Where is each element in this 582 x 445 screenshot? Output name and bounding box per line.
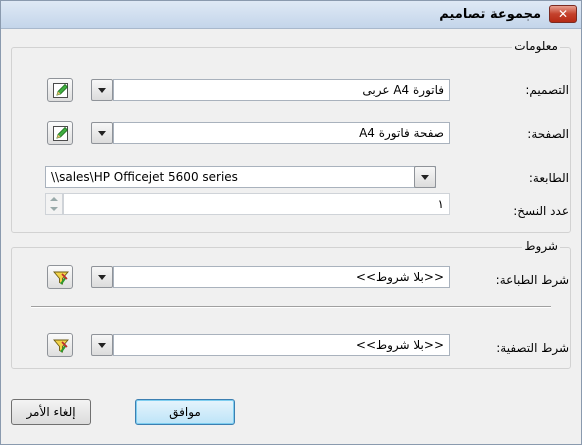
edit-design-icon (53, 83, 69, 98)
filter-condition-dropdown-button[interactable] (91, 334, 113, 356)
close-icon: ✕ (557, 7, 569, 21)
printer-dropdown-button[interactable] (414, 166, 436, 188)
ok-button[interactable]: موافق (135, 399, 235, 425)
copies-label: عدد النسخ: (513, 204, 569, 218)
printer-select[interactable]: \\sales\HP Officejet 5600 series (45, 166, 436, 188)
filter-condition-label: شرط التصفية: (496, 341, 569, 355)
print-condition-dropdown-button[interactable] (91, 266, 113, 288)
funnel-filter-icon (53, 339, 69, 353)
window-title: مجموعة تصاميم (439, 7, 541, 22)
close-button[interactable]: ✕ (549, 5, 577, 23)
design-dropdown-button[interactable] (91, 79, 113, 101)
design-select[interactable]: فاتورة A4 عربى (113, 79, 450, 101)
printer-label: الطابعة: (528, 171, 569, 185)
chevron-down-icon (98, 131, 106, 136)
chevron-down-icon (98, 343, 106, 348)
copies-spinner[interactable] (45, 193, 63, 215)
conditions-separator (31, 306, 551, 308)
funnel-filter-icon (53, 271, 69, 285)
chevron-down-icon (98, 88, 106, 93)
print-condition-select[interactable]: <<بلا شروط>> (113, 266, 450, 288)
dialog-window: مجموعة تصاميم ✕ معلومات التصميم: فاتورة … (0, 0, 582, 445)
page-select[interactable]: صفحة فاتورة A4 (113, 122, 450, 144)
spin-up-icon (50, 197, 58, 201)
design-label: التصميم: (525, 83, 569, 97)
edit-page-icon (53, 126, 69, 141)
page-label: الصفحة: (527, 127, 569, 141)
chevron-down-icon (421, 175, 429, 180)
edit-design-button[interactable] (47, 78, 73, 102)
cancel-button[interactable]: إلغاء الأمر (11, 399, 91, 425)
filter-condition-filter-button[interactable] (47, 333, 73, 357)
edit-page-button[interactable] (47, 121, 73, 145)
info-group-legend: معلومات (512, 39, 560, 53)
filter-condition-select[interactable]: <<بلا شروط>> (113, 334, 450, 356)
page-dropdown-button[interactable] (91, 122, 113, 144)
print-condition-label: شرط الطباعة: (495, 273, 569, 287)
copies-input[interactable]: ١ (63, 193, 450, 215)
chevron-down-icon (98, 275, 106, 280)
conditions-group-legend: شروط (522, 239, 560, 253)
title-bar: مجموعة تصاميم ✕ (1, 1, 581, 29)
print-condition-filter-button[interactable] (47, 265, 73, 289)
spin-down-icon (50, 207, 58, 211)
